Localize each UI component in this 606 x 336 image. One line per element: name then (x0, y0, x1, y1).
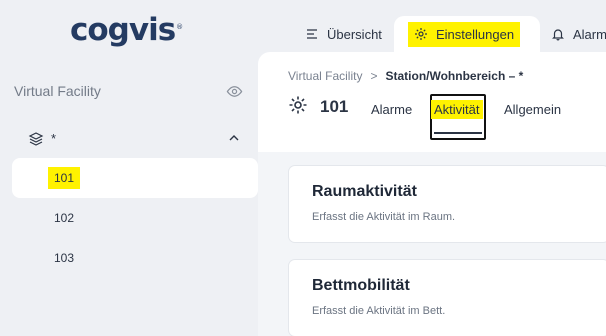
sidebar-item-label: 102 (54, 211, 75, 225)
breadcrumb-current: Station/Wohnbereich – * (385, 69, 524, 83)
sidebar-item-label: 103 (54, 251, 75, 265)
active-tab-underline (434, 132, 482, 134)
content-area: Raumaktivität Erfasst die Aktivität im R… (258, 152, 606, 336)
card-bettmobilitaet[interactable]: Bettmobilität Erfasst die Aktivität im B… (289, 260, 606, 336)
gear-icon (415, 28, 427, 40)
main-panel: Virtual Facility > Station/Wohnbereich –… (258, 52, 606, 336)
tab-settings[interactable]: Einstellungen (394, 16, 541, 52)
tab-settings-highlight: Einstellungen (408, 21, 521, 47)
card-description: Erfasst die Aktivität im Bett. (312, 305, 446, 317)
group-label[interactable]: * (51, 131, 56, 146)
tab-overview-label: Übersicht (327, 26, 382, 42)
sidebar-item-102[interactable]: 102 (12, 198, 258, 238)
sidebar-item-101[interactable]: 101 (12, 158, 258, 198)
page-title: 101 (320, 97, 349, 116)
tab-allgemein[interactable]: Allgemein (504, 102, 561, 117)
card-description: Erfasst die Aktivität im Raum. (312, 211, 456, 223)
sidebar-item-label: 101 (48, 167, 81, 189)
breadcrumb: Virtual Facility > Station/Wohnbereich –… (288, 69, 523, 83)
eye-icon[interactable] (226, 83, 243, 100)
card-title: Bettmobilität (312, 277, 410, 294)
tab-aktivitaet[interactable]: Aktivität (431, 100, 483, 119)
card-raumaktivitaet[interactable]: Raumaktivität Erfasst die Aktivität im R… (289, 166, 606, 242)
tab-alarm[interactable]: Alarm (551, 16, 606, 52)
gear-icon (289, 96, 307, 114)
tab-alarm-label: Alarm (573, 26, 606, 42)
sidebar-item-103[interactable]: 103 (12, 238, 258, 278)
cogvis-logo: cogvis® (70, 12, 183, 48)
breadcrumb-root[interactable]: Virtual Facility (288, 69, 362, 83)
layers-icon (28, 132, 44, 146)
breadcrumb-separator: > (370, 69, 378, 83)
tab-alarme[interactable]: Alarme (371, 102, 412, 117)
card-title: Raumaktivität (312, 183, 417, 200)
list-icon (307, 29, 317, 39)
chevron-up-icon[interactable] (227, 131, 241, 145)
tab-overview[interactable]: Übersicht (305, 16, 382, 52)
bell-icon (552, 29, 564, 41)
registered-mark: ® (176, 22, 183, 31)
tab-settings-label: Einstellungen (436, 26, 515, 42)
logo-text: cogvis (70, 12, 176, 48)
sidebar-facility-title: Virtual Facility (14, 83, 101, 99)
